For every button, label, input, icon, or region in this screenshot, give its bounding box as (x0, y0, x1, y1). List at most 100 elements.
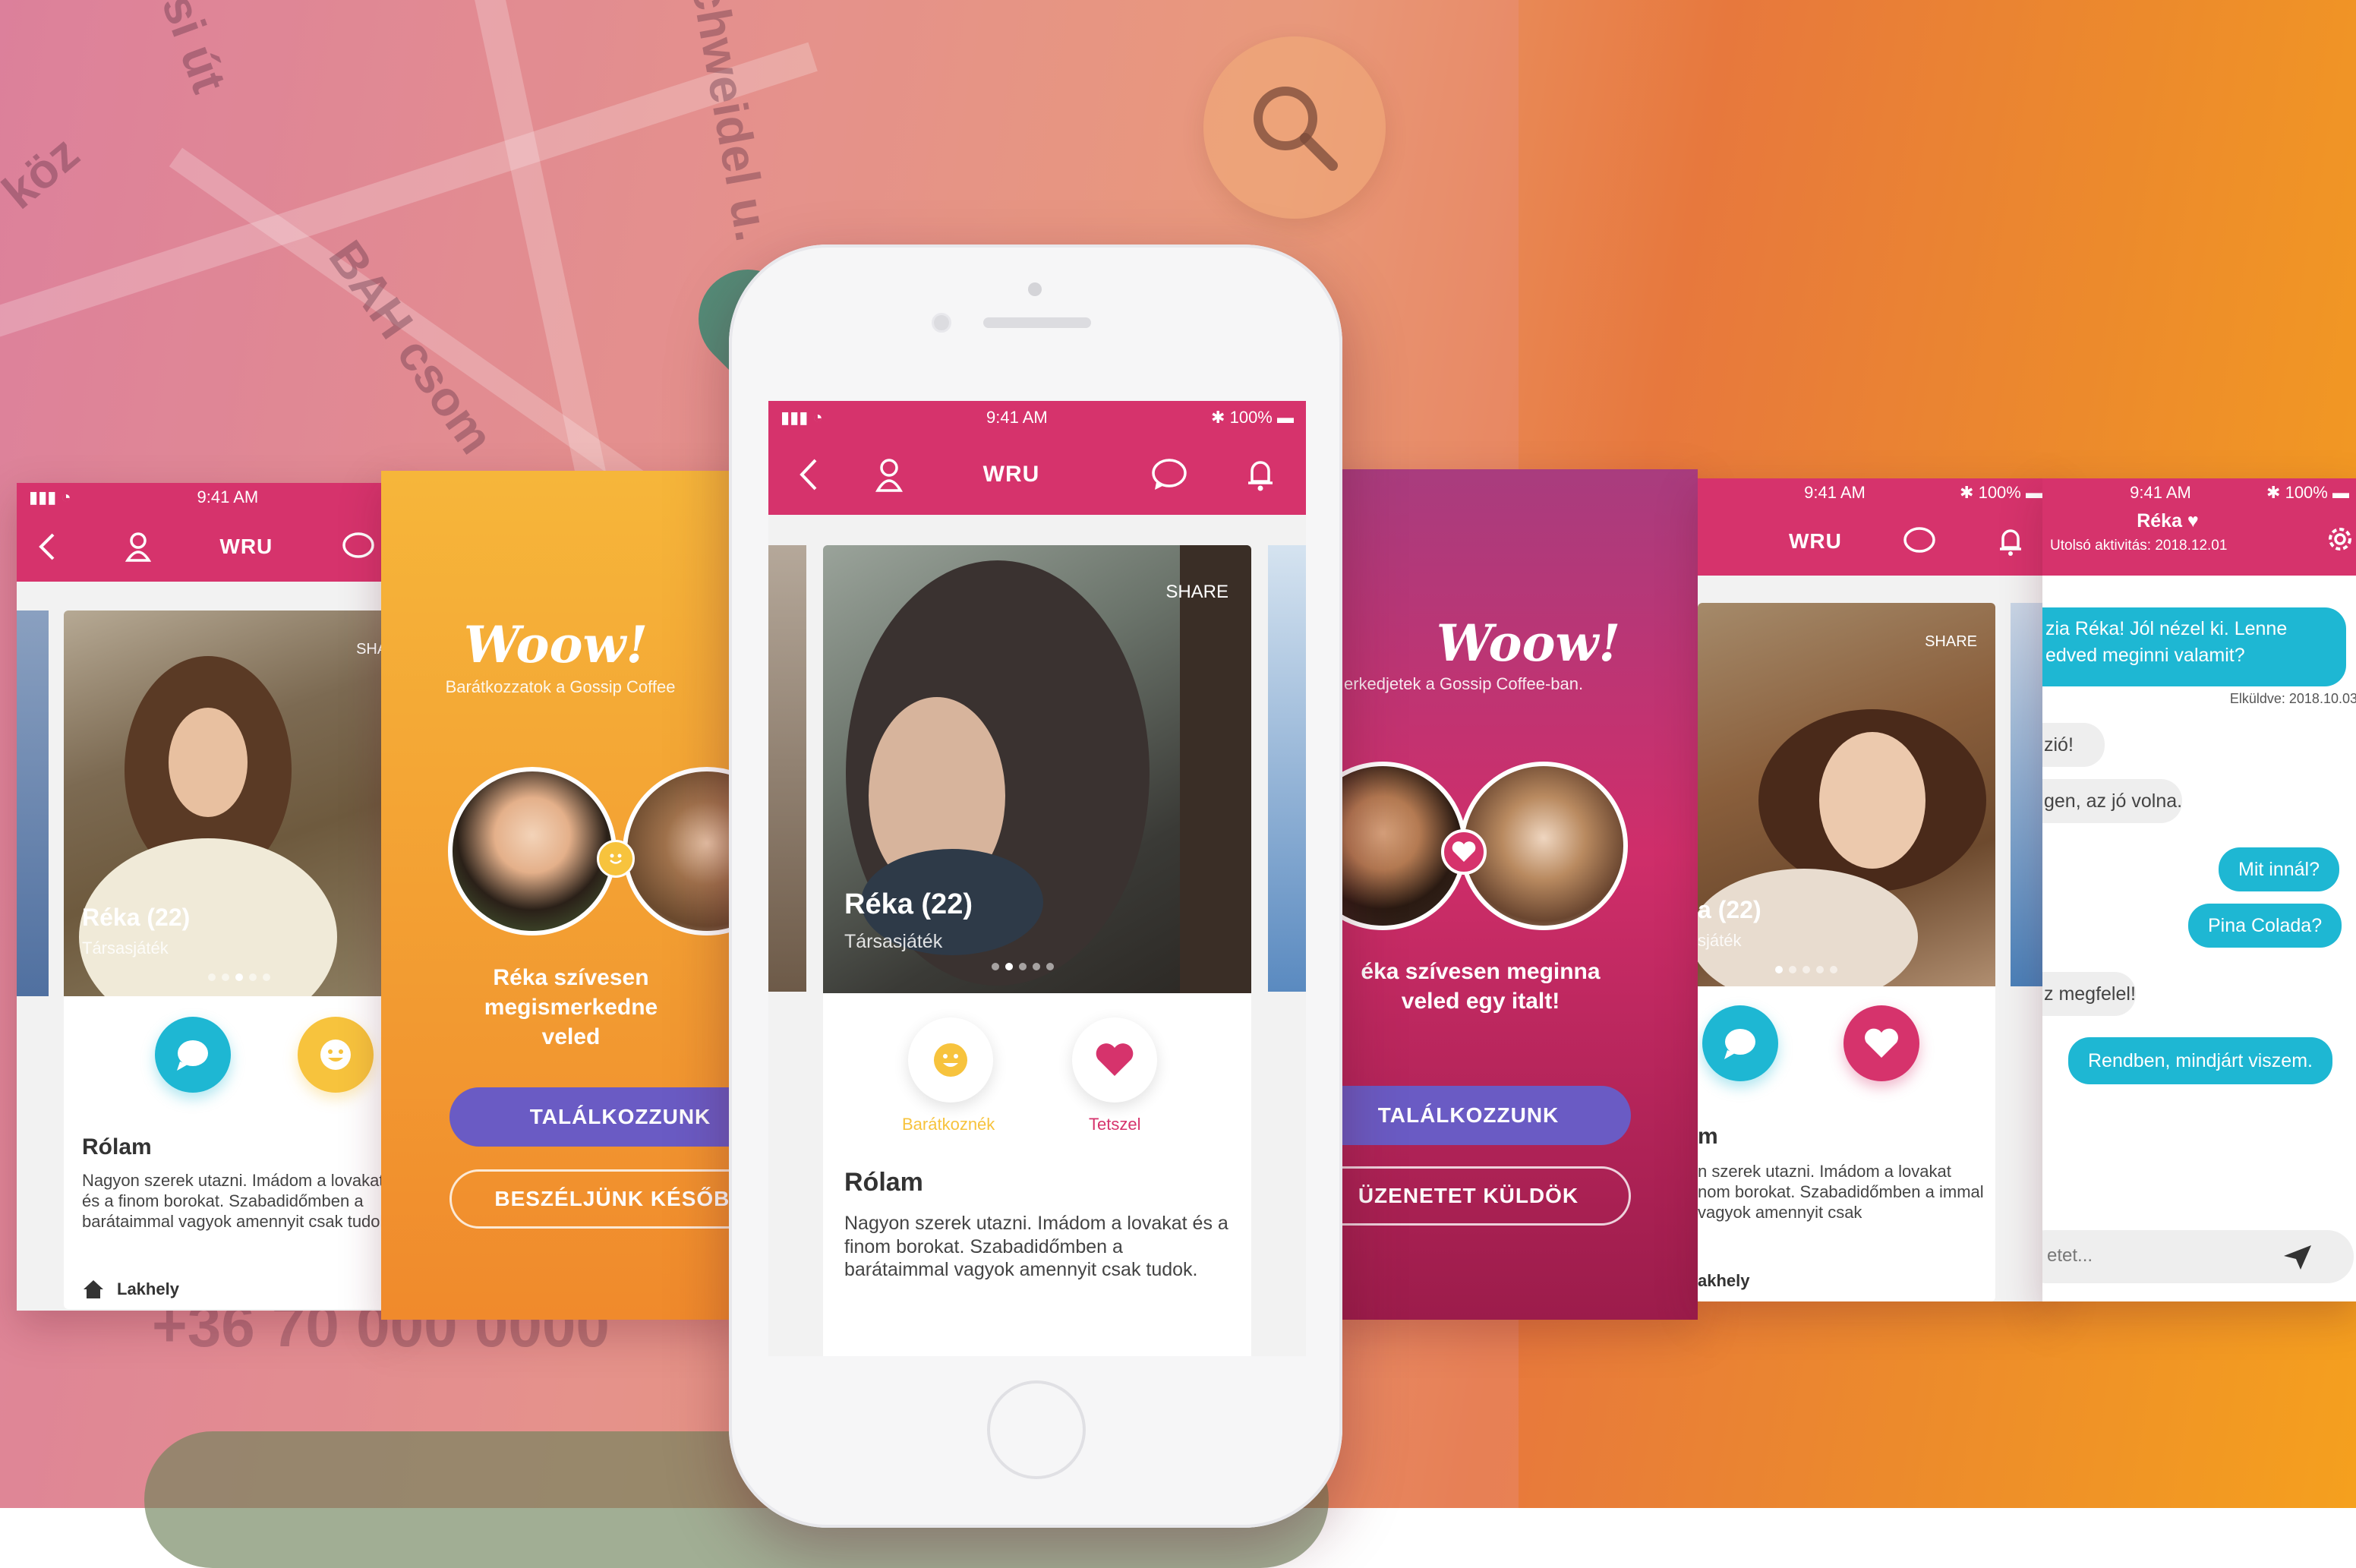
about-text: Nagyon szerek utazni. Imádom a lovakat é… (82, 1171, 393, 1231)
woow-heading: Woow! (463, 615, 648, 674)
message-input-bar[interactable]: etet... (2042, 1230, 2354, 1283)
bell-icon[interactable] (1245, 457, 1276, 492)
battery-indicator: ✱ 100% ▬ (1211, 408, 1294, 427)
chat-last-active: Utolsó aktivitás: 2018.12.01 (2050, 538, 2228, 554)
profile-photo (1698, 603, 1995, 986)
smile-action-button[interactable] (298, 1017, 374, 1093)
chat-contact-name: Réka ♥ (2137, 510, 2199, 532)
next-card-peek (1268, 545, 1306, 992)
main-profile-screen: ▮▮▮ ◔ 9:41 AM ✱ 100% ▬ WRU SHARE Réka (2… (768, 401, 1306, 1356)
avatar-left (448, 767, 617, 935)
avatar-right (623, 767, 746, 935)
friend-match-screen: Woow! Barátkozzatok a Gossip Coffee Réka… (381, 471, 746, 1320)
profile-name: Réka (22) (844, 888, 973, 920)
profile-hobby: Társasjáték (844, 931, 943, 952)
chat-bubble-icon (177, 1040, 208, 1071)
meet-button[interactable]: TALÁLKOZZUNK (449, 1087, 746, 1147)
chat-icon[interactable] (342, 532, 375, 562)
profile-icon[interactable] (875, 457, 904, 492)
talk-later-button[interactable]: BESZÉLJÜNK KÉSŐBB (449, 1169, 746, 1229)
about-title: m (1698, 1124, 1718, 1149)
meet-button[interactable]: TALÁLKOZZUNK (1329, 1086, 1631, 1145)
chat-icon[interactable] (1150, 458, 1188, 491)
like-action-button[interactable] (1072, 1017, 1157, 1103)
search-icon (1254, 87, 1338, 171)
friend-action-button[interactable] (908, 1017, 993, 1103)
status-bar: ▮▮▮ ◔ 9:41 AM (17, 483, 396, 512)
bell-icon[interactable] (1997, 526, 2024, 557)
back-icon[interactable] (38, 532, 56, 562)
match-message: Réka szívesen megismerkedne veled (484, 965, 658, 1049)
chat-bubble-icon (1724, 1029, 1755, 1059)
back-icon[interactable] (799, 457, 818, 492)
home-label: Lakhely (117, 1279, 179, 1298)
app-title: WRU (219, 535, 273, 558)
date-match-screen: Woow! erkedjetek a Gossip Coffee-ban. ék… (1329, 469, 1698, 1320)
chat-bubble-out: zia Réka! Jól nézel ki. Lenne edved megi… (2042, 607, 2346, 686)
chat-header: Réka ♥ Utolsó aktivitás: 2018.12.01 (2042, 507, 2356, 576)
about-title: Rólam (844, 1168, 923, 1197)
send-icon[interactable] (2282, 1244, 2313, 1271)
chat-bubble-out: Mit innál? (2219, 847, 2339, 891)
share-link[interactable]: SHARE (1165, 582, 1228, 603)
match-subtitle: erkedjetek a Gossip Coffee-ban. (1344, 674, 1584, 693)
sent-timestamp: Elküldve: 2018.10.03. (2229, 691, 2356, 706)
chat-bubble-out: Rendben, mindjárt viszem. (2068, 1037, 2332, 1084)
profile-hobby: Társasjáték (82, 939, 169, 958)
signal-icon: ▮▮▮ ◔ (29, 487, 71, 506)
status-time: 9:41 AM (2130, 483, 2191, 502)
settings-icon[interactable] (2325, 524, 2355, 554)
profile-card[interactable]: SHARE Réka (22) Társasjáték Barátkoznék … (823, 545, 1251, 1356)
chat-bubble-in: zió! (2042, 723, 2105, 767)
photo-pagination (992, 963, 1054, 970)
about-title: Rólam (82, 1134, 152, 1159)
status-bar: ▮▮▮ ◔ 9:41 AM ✱ 100% ▬ (768, 401, 1306, 434)
share-link[interactable]: SHARE (1925, 633, 1977, 651)
chat-bubble-in: gen, az jó volna. (2042, 779, 2183, 823)
profile-name: Réka (22) (82, 904, 191, 931)
nav-bar: WRU (1698, 507, 2055, 576)
chat-icon[interactable] (1903, 526, 1936, 557)
heart-icon (1865, 1028, 1898, 1058)
photo-pagination (208, 973, 270, 981)
battery-indicator: ✱ 100% ▬ (2266, 483, 2349, 502)
prev-card-peek (768, 545, 806, 992)
map-search-button (1203, 36, 1386, 219)
profile-card[interactable]: SHARE a (22) sjáték m n szerek utazni. I… (1698, 603, 1995, 1301)
app-title: WRU (1789, 529, 1842, 553)
smiley-badge-icon (597, 840, 635, 878)
photo-pagination (1775, 966, 1837, 973)
status-bar: 9:41 AM ✱ 100% ▬ (1698, 478, 2055, 507)
home-label: akhely (1698, 1271, 1750, 1290)
friend-action-label: Barátkoznék (902, 1115, 995, 1134)
phone-camera (932, 313, 951, 333)
chat-action-button[interactable] (155, 1017, 231, 1093)
home-button[interactable] (987, 1380, 1086, 1479)
profile-card[interactable]: SHARE Réka (22) Társasjáték Rólam Nagyon… (64, 610, 396, 1309)
status-time: 9:41 AM (197, 487, 259, 506)
chat-screen: 9:41 AM ✱ 100% ▬ Réka ♥ Utolsó aktivitás… (2042, 478, 2356, 1301)
status-time: 9:41 AM (1804, 483, 1866, 502)
heart-icon (1096, 1043, 1134, 1076)
heart-action-button[interactable] (1843, 1005, 1919, 1081)
profile-photo (823, 545, 1251, 993)
profile-hobby: sjáték (1698, 931, 1742, 950)
match-subtitle: Barátkozzatok a Gossip Coffee (445, 677, 676, 696)
profile-screen-left: ▮▮▮ ◔ 9:41 AM WRU SHARE Réka (22) Társas… (17, 483, 396, 1311)
chat-action-button[interactable] (1702, 1005, 1778, 1081)
smiley-icon (934, 1043, 967, 1077)
match-message: éka szívesen meginna veled egy italt! (1361, 959, 1601, 1014)
profile-icon[interactable] (125, 532, 151, 562)
about-text: n szerek utazni. Imádom a lovakat nom bo… (1698, 1162, 1984, 1222)
status-time: 9:41 AM (986, 408, 1048, 427)
message-input[interactable]: etet... (2047, 1245, 2093, 1267)
nav-bar: WRU (17, 512, 396, 582)
nav-bar: WRU (768, 434, 1306, 515)
phone-sensor (1028, 282, 1042, 296)
chat-bubble-out: Pina Colada? (2188, 904, 2342, 948)
home-icon (82, 1279, 105, 1300)
battery-indicator: ✱ 100% ▬ (1960, 483, 2042, 502)
send-message-button[interactable]: ÜZENETET KÜLDÖK (1329, 1166, 1631, 1226)
smiley-icon (320, 1040, 351, 1070)
about-text: Nagyon szerek utazni. Imádom a lovakat é… (844, 1213, 1228, 1280)
